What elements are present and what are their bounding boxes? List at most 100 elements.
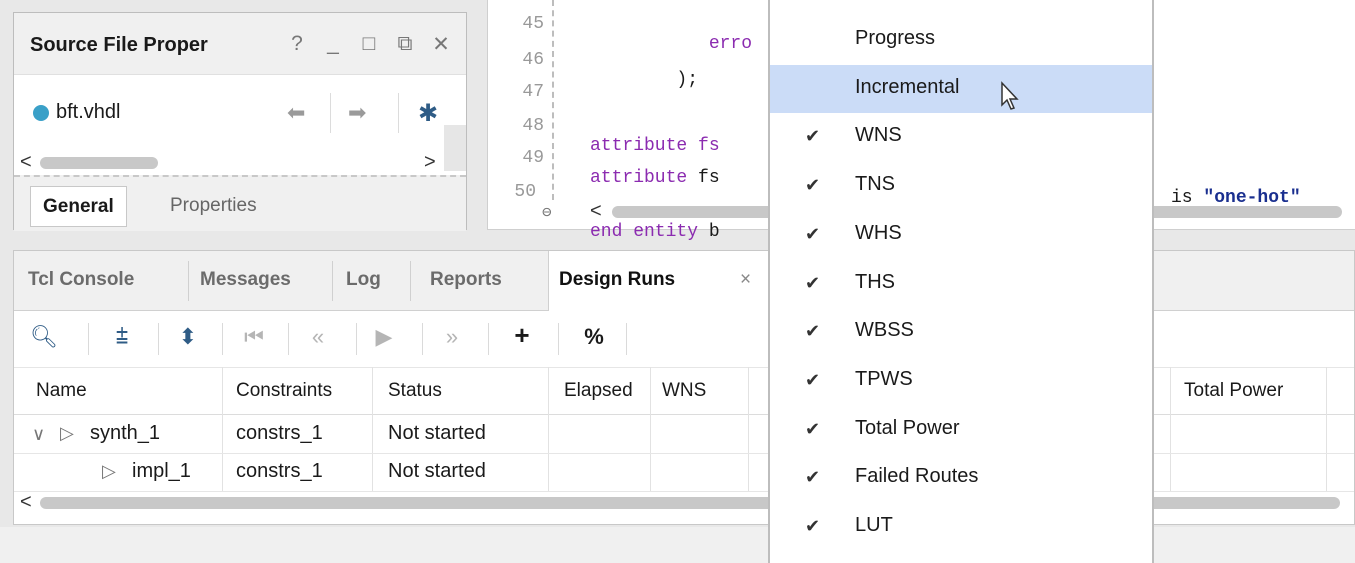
file-status-dot-icon	[33, 105, 49, 121]
run-constraints: constrs_1	[236, 422, 323, 444]
divider	[288, 323, 289, 355]
check-icon: ✔	[805, 467, 821, 488]
float-icon[interactable]: ⧉	[394, 32, 416, 57]
check-icon: ✔	[805, 175, 821, 196]
tab-log[interactable]: Log	[346, 269, 381, 291]
run-status: Not started	[388, 460, 486, 482]
divider	[356, 323, 357, 355]
column-wns[interactable]: WNS	[662, 380, 706, 402]
column-status[interactable]: Status	[388, 380, 442, 402]
close-icon[interactable]: ✕	[430, 32, 452, 57]
check-icon: ✔	[805, 223, 821, 244]
menu-item-incremental[interactable]: Incremental	[770, 64, 1152, 113]
menu-item-lut[interactable]: ✔ LUT	[770, 503, 1152, 551]
run-triangle-icon: ▷	[60, 423, 74, 443]
close-tab-icon[interactable]: ×	[740, 269, 751, 291]
column-visibility-menu: Progress Incremental ✔ WNS ✔ TNS ✔ WHS ✔ THS ✔ WBSS…	[768, 0, 1154, 563]
run-name: impl_1	[132, 460, 191, 482]
scroll-left-icon[interactable]: <	[20, 151, 32, 174]
back-arrow-icon[interactable]: ⬅	[287, 100, 305, 126]
divider	[332, 261, 333, 301]
menu-item-label: THS	[855, 270, 895, 293]
line-number: 50	[514, 182, 536, 202]
code-keyword: end entity	[590, 222, 699, 242]
panel-title: Source File Proper	[30, 34, 208, 56]
divider	[158, 323, 159, 355]
panel-window-controls: ? _ □ ⧉ ✕	[286, 32, 452, 57]
percent-icon[interactable]: %	[580, 324, 608, 350]
first-icon[interactable]: ⏮	[240, 324, 268, 350]
add-icon[interactable]: +	[508, 320, 536, 351]
search-icon[interactable]: 🔍︎	[30, 324, 58, 350]
column-elapsed[interactable]: Elapsed	[564, 380, 633, 402]
menu-item-label: WBSS	[855, 319, 914, 342]
check-icon: ✔	[805, 418, 821, 439]
menu-item-label: Total Power	[855, 416, 960, 439]
menu-item-ths[interactable]: ✔ THS	[770, 260, 1152, 308]
file-row: bft.vhdl ⬅ ➡ ✱	[14, 75, 466, 151]
check-icon: ✔	[805, 369, 821, 390]
menu-item-label: TNS	[855, 173, 895, 196]
file-name: bft.vhdl	[56, 101, 121, 123]
vertical-scrollbar[interactable]	[444, 125, 466, 171]
scroll-right-icon[interactable]: >	[424, 151, 436, 174]
chevron-down-icon[interactable]: ∨	[32, 424, 45, 445]
menu-item-label: TPWS	[855, 367, 913, 390]
fold-toggle-icon[interactable]: ⊖	[542, 202, 552, 222]
code-text: end entity b	[590, 222, 720, 242]
menu-item-tpws[interactable]: ✔ TPWS	[770, 357, 1152, 405]
column-constraints[interactable]: Constraints	[236, 380, 332, 402]
next-icon[interactable]: »	[438, 324, 466, 350]
menu-item-total-power[interactable]: ✔ Total Power	[770, 406, 1152, 454]
check-icon: ✔	[805, 321, 821, 342]
menu-item-label: Incremental	[855, 75, 960, 98]
forward-arrow-icon[interactable]: ➡	[348, 100, 366, 126]
collapse-all-icon[interactable]: ⩲	[108, 324, 136, 350]
minimize-icon[interactable]: _	[322, 32, 344, 57]
menu-item-wbss[interactable]: ✔ WBSS	[770, 308, 1152, 356]
tab-design-runs[interactable]: Design Runs	[559, 269, 675, 291]
tab-messages[interactable]: Messages	[200, 269, 291, 291]
previous-icon[interactable]: «	[304, 324, 332, 350]
expand-all-icon[interactable]: ⬍	[174, 324, 202, 350]
gear-icon[interactable]: ✱	[418, 99, 438, 128]
menu-item-wns[interactable]: ✔ WNS	[770, 113, 1152, 161]
check-icon: ✔	[805, 126, 821, 147]
check-icon: ✔	[805, 516, 821, 536]
scroll-thumb[interactable]	[40, 157, 158, 169]
play-icon[interactable]: ▶	[370, 324, 398, 350]
divider	[410, 261, 411, 301]
run-triangle-icon: ▷	[102, 461, 116, 481]
maximize-icon[interactable]: □	[358, 32, 380, 57]
divider	[188, 261, 189, 301]
scroll-left-icon[interactable]: <	[20, 491, 32, 514]
run-name: synth_1	[90, 422, 161, 444]
menu-item-failed-routes[interactable]: ✔ Failed Routes	[770, 454, 1152, 502]
divider	[626, 323, 627, 355]
mouse-pointer-icon	[1000, 80, 1020, 117]
menu-item-tns[interactable]: ✔ TNS	[770, 162, 1152, 210]
divider	[222, 323, 223, 355]
scroll-left-icon[interactable]: <	[590, 200, 602, 223]
menu-item-label: Failed Routes	[855, 465, 979, 488]
menu-item-whs[interactable]: ✔ WHS	[770, 211, 1152, 259]
run-status: Not started	[388, 422, 486, 444]
panel-header: Source File Proper ? _ □ ⧉ ✕	[14, 13, 466, 75]
menu-item-progress[interactable]: Progress	[770, 16, 1152, 64]
tab-general[interactable]: General	[30, 186, 127, 227]
divider	[558, 323, 559, 355]
column-name[interactable]: Name	[36, 380, 87, 402]
tab-properties[interactable]: Properties	[170, 195, 257, 217]
panel-tabs: General Properties	[14, 175, 466, 231]
horizontal-scrollbar[interactable]: < >	[14, 151, 444, 175]
menu-item-label: WNS	[855, 124, 902, 147]
code-text-rest: b	[698, 222, 720, 242]
help-icon[interactable]: ?	[286, 32, 308, 57]
divider	[330, 93, 331, 133]
source-file-properties-panel: Source File Proper ? _ □ ⧉ ✕ bft.vhdl ⬅ …	[13, 12, 467, 231]
divider	[88, 323, 89, 355]
column-total-power[interactable]: Total Power	[1184, 380, 1283, 402]
tab-reports[interactable]: Reports	[430, 269, 502, 291]
tab-tcl-console[interactable]: Tcl Console	[28, 269, 134, 291]
menu-item-label: WHS	[855, 221, 902, 244]
